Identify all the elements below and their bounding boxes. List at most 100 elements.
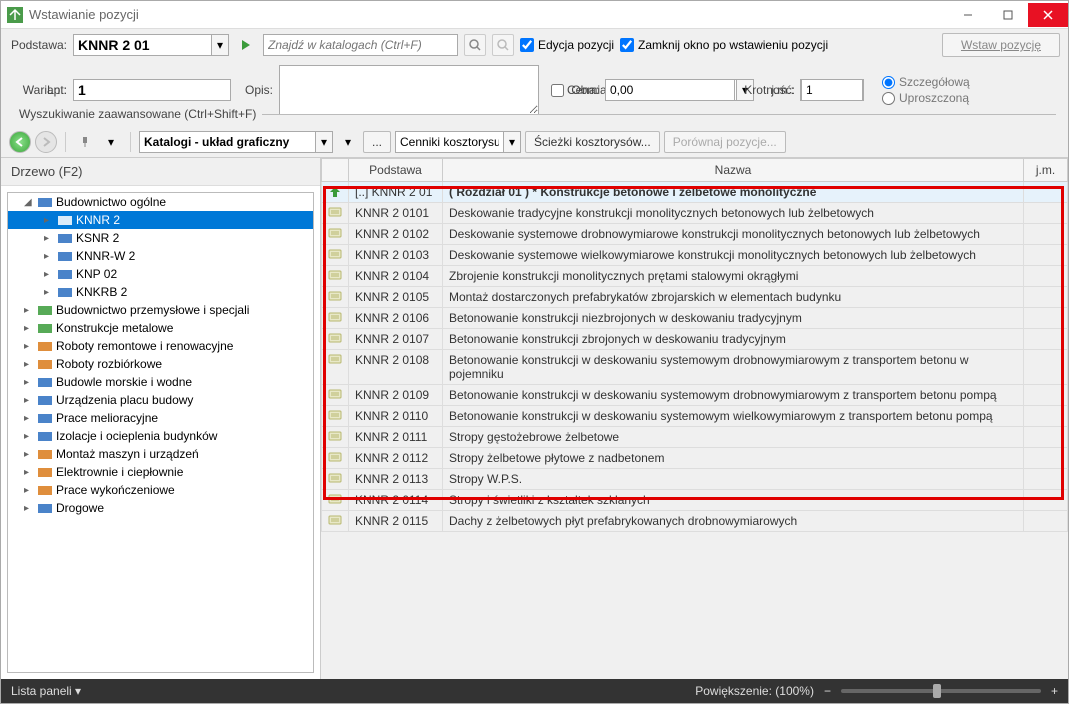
tree-item[interactable]: ▸Budowle morskie i wodne [8, 373, 313, 391]
table-row[interactable]: KNNR 2 0103Deskowanie systemowe wielkowy… [322, 245, 1068, 266]
table-row[interactable]: KNNR 2 0110Betonowanie konstrukcji w des… [322, 406, 1068, 427]
pin-icon[interactable] [74, 131, 96, 153]
col-jm[interactable]: j.m. [1024, 159, 1068, 182]
cell-jm [1024, 308, 1068, 329]
close-button[interactable] [1028, 3, 1068, 27]
tree-item[interactable]: ▸KNNR-W 2 [8, 247, 313, 265]
main-area: Drzewo (F2) ◢Budownictwo ogólne▸KNNR 2▸K… [1, 158, 1068, 679]
row-icon [322, 448, 349, 469]
tree-item[interactable]: ▸Drogowe [8, 499, 313, 517]
tree-item[interactable]: ▸Roboty remontowe i renowacyjne [8, 337, 313, 355]
tree-item[interactable]: ▸KNKRB 2 [8, 283, 313, 301]
zoom-label: Powiększenie: (100%) [695, 684, 814, 698]
minimize-button[interactable] [948, 3, 988, 27]
table-row[interactable]: KNNR 2 0101Deskowanie tradycyjne konstru… [322, 203, 1068, 224]
krotnosc-input[interactable] [801, 79, 863, 101]
zoom-in-icon[interactable]: + [1051, 684, 1058, 698]
podstawa-combo[interactable]: ▾ [73, 34, 229, 56]
tree-item[interactable]: ▸KNNR 2 [8, 211, 313, 229]
row-icon [322, 490, 349, 511]
tree-item[interactable]: ▸Montaż maszyn i urządzeń [8, 445, 313, 463]
view-select[interactable]: ▾ [139, 131, 333, 153]
maximize-button[interactable] [988, 3, 1028, 27]
zamknij-checkbox[interactable]: Zamknij okno po wstawieniu pozycji [620, 38, 828, 52]
cell-name: Zbrojenie konstrukcji monolitycznych prę… [443, 266, 1024, 287]
table-row[interactable]: KNNR 2 0107Betonowanie konstrukcji zbroj… [322, 329, 1068, 350]
tree-item[interactable]: ▸Izolacje i ocieplenia budynków [8, 427, 313, 445]
cell-jm [1024, 329, 1068, 350]
cell-jm [1024, 427, 1068, 448]
tree-item[interactable]: ▸Konstrukcje metalowe [8, 319, 313, 337]
table-row[interactable]: [..] KNNR 2 01( Rozdział 01 ) * Konstruk… [322, 182, 1068, 203]
forward-icon[interactable] [35, 131, 57, 153]
row-icon [322, 350, 349, 385]
cell-code: KNNR 2 0109 [349, 385, 443, 406]
dropdown-icon[interactable]: ▾ [100, 131, 122, 153]
road-blue-icon [37, 501, 53, 515]
cell-jm [1024, 448, 1068, 469]
tree-item[interactable]: ▸Prace wykończeniowe [8, 481, 313, 499]
row-icon [322, 385, 349, 406]
tree-item-label: Izolacje i ocieplenia budynków [56, 429, 217, 443]
cell-code: KNNR 2 0115 [349, 511, 443, 532]
sciezki-button[interactable]: Ścieżki kosztorysów... [525, 131, 660, 153]
tree-item[interactable]: ▸KSNR 2 [8, 229, 313, 247]
chevron-down-icon[interactable]: ▾ [211, 34, 229, 56]
cell-code: KNNR 2 0110 [349, 406, 443, 427]
lp-input[interactable] [73, 79, 231, 101]
col-podstawa[interactable]: Podstawa [349, 159, 443, 182]
cena-input[interactable] [605, 79, 735, 101]
adv-search-toggle[interactable]: Wyszukiwanie zaawansowane (Ctrl+Shift+F) [1, 105, 1068, 127]
table-row[interactable]: KNNR 2 0111Stropy gęstożebrowe żelbetowe [322, 427, 1068, 448]
play-icon[interactable] [235, 34, 257, 56]
table-row[interactable]: KNNR 2 0104Zbrojenie konstrukcji monolit… [322, 266, 1068, 287]
zoom-slider[interactable] [841, 689, 1041, 693]
cell-code: KNNR 2 0101 [349, 203, 443, 224]
catalog-search-input[interactable] [263, 34, 458, 56]
cart-blue-icon [37, 411, 53, 425]
tree-item-label: Budownictwo przemysłowe i specjali [56, 303, 249, 317]
tree-item[interactable]: ▸Roboty rozbiórkowe [8, 355, 313, 373]
tree-item[interactable]: ▸Prace melioracyjne [8, 409, 313, 427]
table-row[interactable]: KNNR 2 0114Stropy i świetliki z kształte… [322, 490, 1068, 511]
table-row[interactable]: KNNR 2 0108Betonowanie konstrukcji w des… [322, 350, 1068, 385]
tree-item-label: KNP 02 [76, 267, 117, 281]
tree-item[interactable]: ◢Budownictwo ogólne [8, 193, 313, 211]
zoom-out-icon[interactable]: − [824, 684, 831, 698]
krotnosc-label: Krotność: [741, 83, 795, 97]
table-row[interactable]: KNNR 2 0113Stropy W.P.S. [322, 469, 1068, 490]
podstawa-input[interactable] [73, 34, 211, 56]
table-row[interactable]: KNNR 2 0102Deskowanie systemowe drobnowy… [322, 224, 1068, 245]
back-icon[interactable] [9, 131, 31, 153]
wstaw-button[interactable]: Wstaw pozycję [942, 33, 1060, 57]
cell-name: Betonowanie konstrukcji zbrojonych w des… [443, 329, 1024, 350]
search-next-icon[interactable] [492, 34, 514, 56]
cell-name: Deskowanie tradycyjne konstrukcji monoli… [443, 203, 1024, 224]
tree-item-label: Urządzenia placu budowy [56, 393, 193, 407]
table-row[interactable]: KNNR 2 0115Dachy z żelbetowych płyt pref… [322, 511, 1068, 532]
table-row[interactable]: KNNR 2 0112Stropy żelbetowe płytowe z na… [322, 448, 1068, 469]
tree-item[interactable]: ▸Urządzenia placu budowy [8, 391, 313, 409]
search-icon[interactable] [464, 34, 486, 56]
lista-paneli-button[interactable]: Lista paneli ▾ [11, 684, 81, 698]
porownaj-button[interactable]: Porównaj pozycje... [664, 131, 786, 153]
cell-code: KNNR 2 0108 [349, 350, 443, 385]
book-blue-icon [57, 267, 73, 281]
dropdown-icon[interactable]: ▾ [337, 131, 359, 153]
row-icon [322, 182, 349, 203]
tree-item-label: KNNR 2 [76, 213, 120, 227]
more-button[interactable]: ... [363, 131, 391, 153]
table-row[interactable]: KNNR 2 0105Montaż dostarczonych prefabry… [322, 287, 1068, 308]
wrench-orange-icon [37, 447, 53, 461]
cell-name: Deskowanie systemowe wielkowymiarowe kon… [443, 245, 1024, 266]
cenniki-select[interactable]: ▾ [395, 131, 521, 153]
col-nazwa[interactable]: Nazwa [443, 159, 1024, 182]
cell-code: KNNR 2 0104 [349, 266, 443, 287]
table-row[interactable]: KNNR 2 0106Betonowanie konstrukcji niezb… [322, 308, 1068, 329]
tree-item[interactable]: ▸KNP 02 [8, 265, 313, 283]
tree-item[interactable]: ▸Elektrownie i ciepłownie [8, 463, 313, 481]
edycja-checkbox[interactable]: Edycja pozycji [520, 38, 614, 52]
tree-item[interactable]: ▸Budownictwo przemysłowe i specjali [8, 301, 313, 319]
table-row[interactable]: KNNR 2 0109Betonowanie konstrukcji w des… [322, 385, 1068, 406]
tree-title: Drzewo (F2) [1, 158, 320, 186]
